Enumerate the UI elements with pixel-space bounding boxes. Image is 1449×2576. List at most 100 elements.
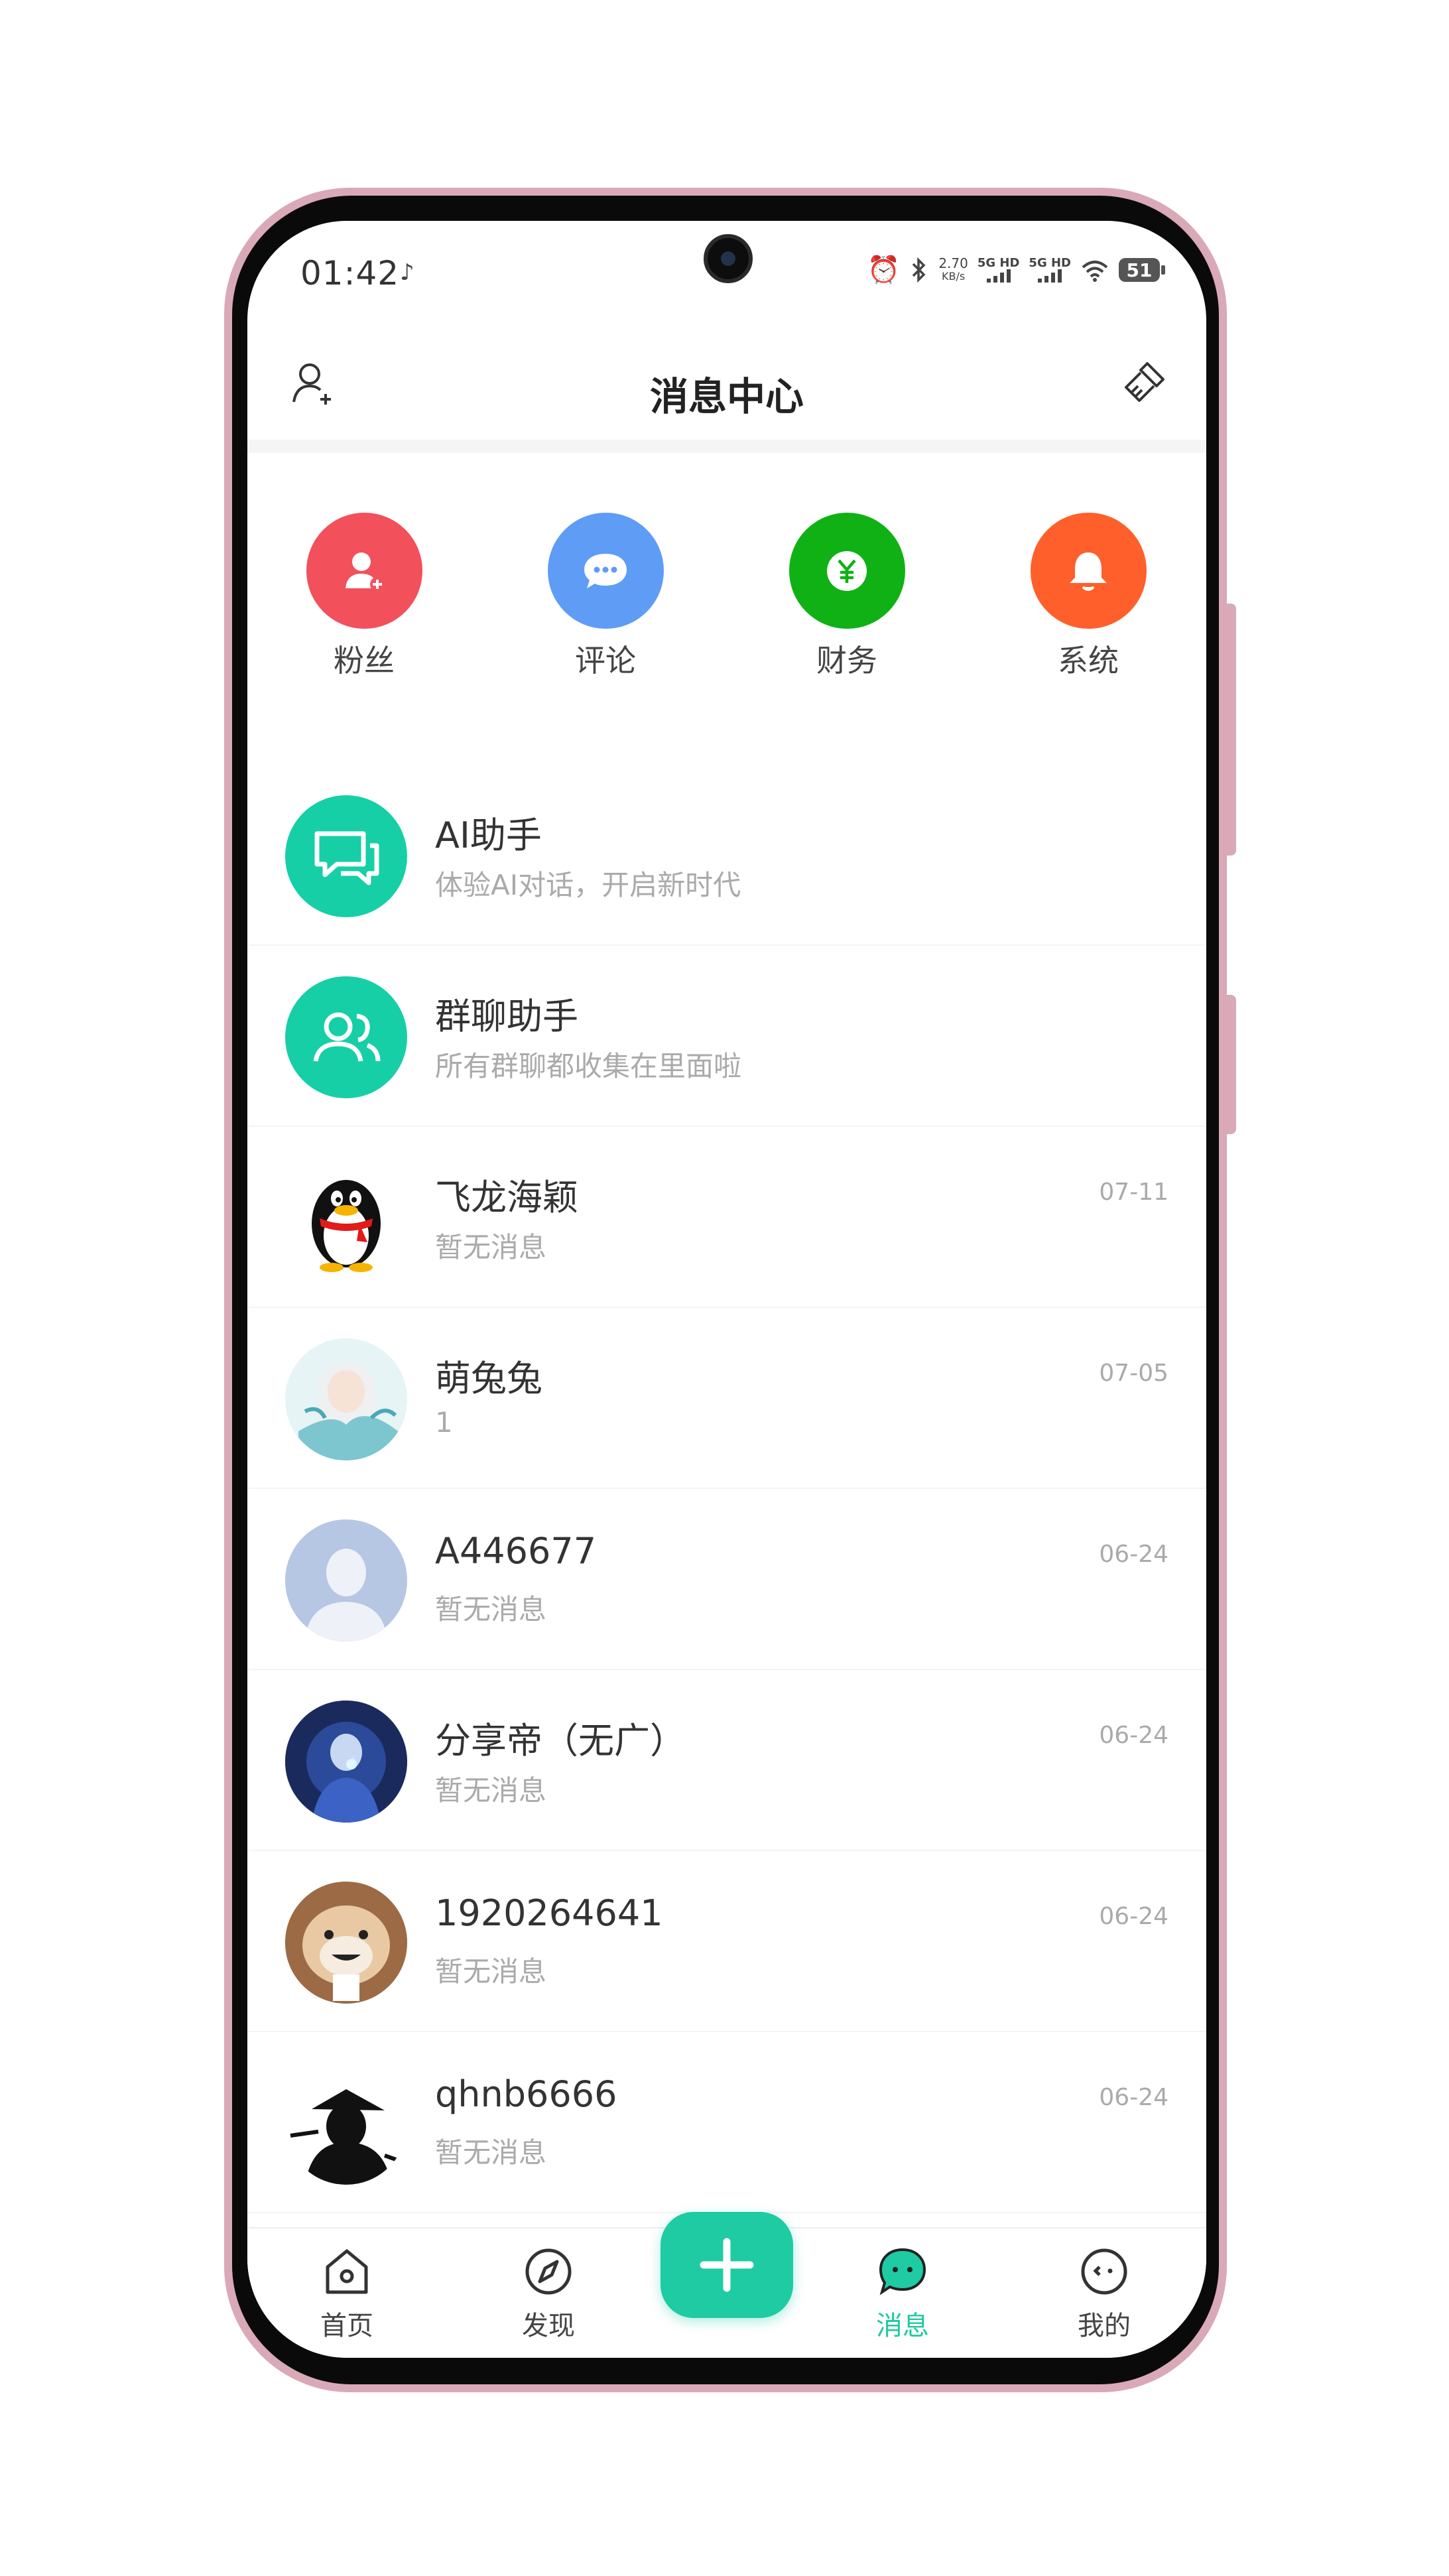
avatar: [285, 1157, 407, 1279]
message-preview: 暂无消息: [435, 1593, 547, 1626]
message-time: 06-24: [1099, 1541, 1168, 1568]
list-item[interactable]: 1920264641 暂无消息 06-24: [247, 1851, 1206, 2032]
plus-icon: [700, 2238, 754, 2292]
signal-bars-1: [977, 269, 1020, 283]
status-bar: 01:42 ♪ ⏰ 2.70 KB/s 5G HD 5G HD 51: [247, 221, 1206, 327]
message-time: 06-24: [1099, 1903, 1168, 1930]
contact-name: 分享帝（无广）: [435, 1720, 686, 1762]
avatar: [285, 1882, 407, 2004]
screen: 01:42 ♪ ⏰ 2.70 KB/s 5G HD 5G HD 51 消息中心 …: [247, 221, 1206, 2358]
fans-icon-circle: [306, 513, 422, 629]
contact-name: 萌兔兔: [435, 1358, 542, 1399]
contact-name: 1920264641: [435, 1892, 663, 1934]
message-preview: 体验AI对话，开启新时代: [435, 869, 741, 901]
home-icon: [326, 2249, 368, 2294]
quick-entry-row: 粉丝 评论 财务 系统: [247, 513, 1206, 678]
contact-name: 飞龙海颖: [435, 1177, 578, 1218]
fan-icon: [346, 552, 385, 592]
avatar: [285, 1701, 407, 1823]
tiktok-notification-icon: ♪: [400, 259, 414, 286]
tab-label: 发现: [522, 2311, 575, 2341]
header: 消息中心: [247, 327, 1206, 446]
status-time: 01:42: [300, 254, 400, 292]
quick-entry-fans[interactable]: 粉丝: [284, 513, 444, 680]
front-camera: [704, 234, 753, 283]
network-type-1: 5G HD: [977, 256, 1020, 270]
message-time: 06-24: [1099, 1722, 1168, 1749]
yuan-icon: [827, 550, 867, 591]
signal-2: 5G HD: [1029, 257, 1071, 283]
finance-icon-circle: [788, 513, 905, 629]
avatar: [285, 1338, 407, 1460]
avatar: [285, 1519, 407, 1642]
network-speed-unit: KB/s: [941, 270, 966, 283]
hamster-avatar-icon: [285, 1882, 407, 2004]
contact-name: qhnb6666: [435, 2073, 617, 2115]
signal-1: 5G HD: [977, 256, 1020, 283]
tab-label: 消息: [876, 2311, 929, 2341]
quick-entry-label: 系统: [1058, 643, 1119, 678]
message-list: AI助手 体验AI对话，开启新时代 群聊助手 所有群聊都收集在里面啦 飞龙海颖 …: [247, 765, 1206, 2213]
tab-messages[interactable]: 消息: [836, 2228, 969, 2343]
tab-profile[interactable]: 我的: [1038, 2228, 1170, 2343]
contact-name: 群聊助手: [435, 996, 578, 1037]
volume-button: [1227, 604, 1236, 856]
list-item[interactable]: 分享帝（无广） 暂无消息 06-24: [247, 1670, 1206, 1851]
tab-discover[interactable]: 发现: [482, 2228, 615, 2343]
create-post-button[interactable]: [661, 2212, 793, 2318]
list-item[interactable]: AI助手 体验AI对话，开启新时代: [247, 765, 1206, 946]
avatar: [285, 2063, 407, 2185]
network-speed-value: 2.70: [938, 255, 968, 271]
clear-brush-icon[interactable]: [1117, 357, 1170, 410]
list-item[interactable]: qhnb6666 暂无消息 06-24: [247, 2032, 1206, 2213]
wifi-icon: [1082, 261, 1108, 282]
contact-name: A446677: [435, 1530, 597, 1572]
tab-label: 首页: [320, 2311, 373, 2341]
default-user-avatar-icon: [285, 1519, 407, 1642]
header-divider: [247, 440, 1206, 453]
quick-entry-finance[interactable]: 财务: [767, 513, 926, 680]
message-icon: [879, 2248, 926, 2295]
message-preview: 暂无消息: [435, 1774, 547, 1807]
list-item[interactable]: A446677 暂无消息 06-24: [247, 1489, 1206, 1670]
message-preview: 暂无消息: [435, 2136, 547, 2169]
compass-icon: [525, 2248, 572, 2295]
list-item[interactable]: 萌兔兔 1 07-05: [247, 1308, 1206, 1489]
tab-home[interactable]: 首页: [281, 2228, 413, 2343]
system-icon-circle: [1030, 513, 1147, 629]
list-item[interactable]: 飞龙海颖 暂无消息 07-11: [247, 1127, 1206, 1308]
message-preview: 暂无消息: [435, 1955, 547, 1988]
message-time: 07-11: [1099, 1179, 1168, 1206]
anime-girl-avatar-icon: [285, 1338, 407, 1460]
comment-icon: [584, 553, 627, 588]
contact-name: AI助手: [435, 814, 542, 856]
ai-chat-icon: [314, 831, 379, 885]
page-title: 消息中心: [649, 374, 804, 419]
swordsman-avatar-icon: [285, 2063, 407, 2185]
bell-icon: [1070, 552, 1107, 591]
alarm-icon: ⏰: [867, 255, 901, 285]
avatar: [285, 976, 407, 1098]
quick-entry-system[interactable]: 系统: [1009, 513, 1168, 680]
power-button: [1227, 995, 1236, 1134]
list-item[interactable]: 群聊助手 所有群聊都收集在里面啦: [247, 946, 1206, 1127]
network-speed: 2.70 KB/s: [938, 257, 968, 283]
quick-entry-comments[interactable]: 评论: [526, 513, 685, 680]
quick-entry-label: 财务: [816, 643, 877, 678]
network-type-2: 5G HD: [1029, 256, 1071, 270]
message-time: 06-24: [1099, 2084, 1168, 2111]
message-preview: 1: [435, 1406, 453, 1439]
battery-indicator: 51: [1119, 258, 1165, 282]
bottom-tab-bar: 首页 发现 消息 我的: [247, 2212, 1206, 2358]
comments-icon-circle: [547, 513, 664, 629]
group-chat-icon: [313, 1012, 381, 1062]
status-icons: ⏰ 2.70 KB/s 5G HD 5G HD 51: [867, 255, 1165, 285]
bluetooth-icon: [913, 257, 926, 283]
message-preview: 所有群聊都收集在里面啦: [435, 1050, 742, 1082]
message-time: 07-05: [1099, 1360, 1168, 1387]
quick-entry-label: 评论: [575, 643, 636, 678]
profile-icon: [1081, 2248, 1127, 2295]
avatar: [285, 795, 407, 917]
fantasy-character-avatar-icon: [285, 1701, 407, 1823]
penguin-avatar-icon: [312, 1180, 381, 1272]
